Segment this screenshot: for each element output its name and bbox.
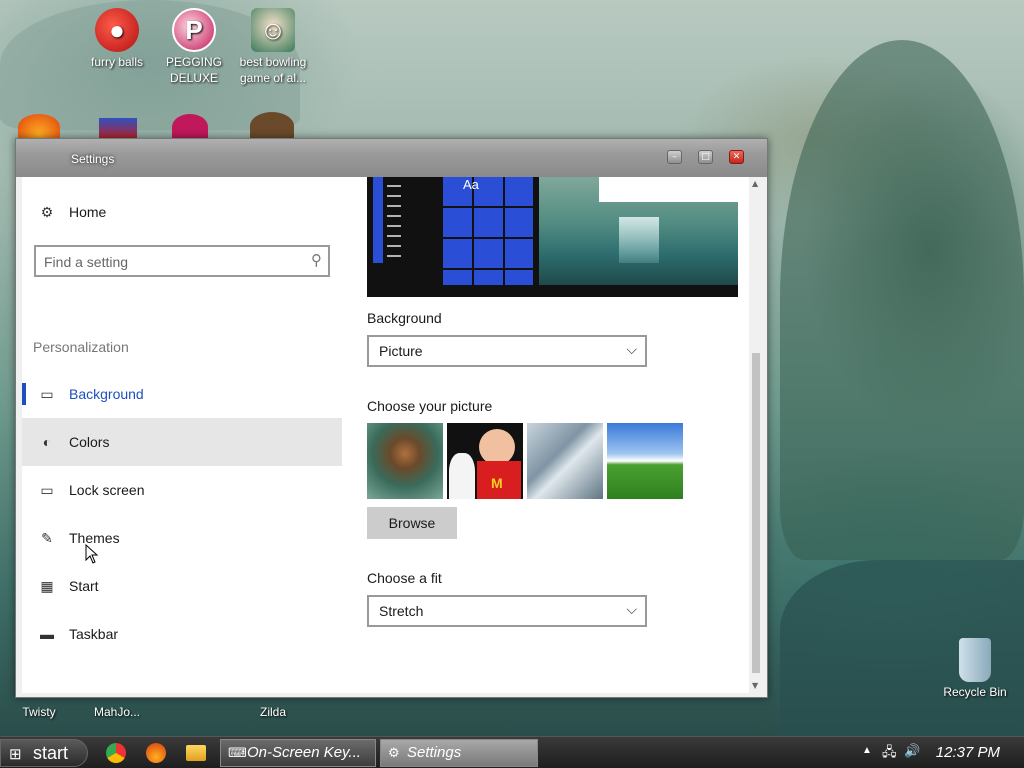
choose-picture-label: Choose your picture [367, 398, 493, 414]
desktop-icon-pegging-deluxe[interactable]: P PEGGING DELUXE [157, 8, 231, 86]
choose-fit-label: Choose a fit [367, 570, 442, 586]
gear-icon: ⚙ [388, 745, 400, 760]
chevron-down-icon: ⌵ [626, 341, 637, 357]
task-on-screen-keyboard[interactable]: ⌨ On-Screen Key... [220, 739, 376, 767]
gear-icon: ⚙ [40, 204, 54, 220]
keyboard-icon: ⌨ [228, 745, 247, 760]
chrome-icon[interactable] [106, 743, 126, 763]
desktop-icon-bowling-game[interactable]: ☺ best bowling game of al... [236, 8, 310, 86]
preview-wallpaper [539, 177, 738, 285]
background-dropdown-value: Picture [379, 343, 423, 359]
sidebar-item-taskbar[interactable]: ▬ Taskbar [22, 610, 342, 658]
show-hidden-icons-icon[interactable]: ▲ [862, 745, 872, 756]
desktop-icon-mahjong[interactable]: MahJo... [80, 704, 154, 720]
clock[interactable]: 12:37 PM [936, 744, 1000, 761]
volume-icon[interactable]: 🔊 [904, 743, 920, 759]
portrait-icon[interactable] [250, 112, 294, 140]
preview-waterfall [619, 217, 659, 263]
sidebar-item-colors[interactable]: ◐ Colors [22, 418, 342, 466]
browse-button[interactable]: Browse [367, 507, 457, 539]
pegging-deluxe-icon: P [172, 8, 216, 52]
picture-thumbnail-dragon[interactable] [367, 423, 443, 499]
lock-screen-icon: ▭ [40, 482, 54, 498]
sidebar-item-lock-screen[interactable]: ▭ Lock screen [22, 466, 342, 514]
desktop-icon-zilda[interactable]: Zilda [236, 704, 310, 720]
search-icon[interactable]: ⚲ [311, 251, 322, 269]
palette-icon: ◐ [42, 434, 52, 450]
sidebar-item-background[interactable]: ▭ Background [22, 370, 342, 418]
vertical-scrollbar[interactable]: ▲ ▼ [749, 177, 763, 693]
taskbar-icon: ▬ [40, 626, 54, 642]
wallpaper-mountain [780, 40, 1024, 560]
firefox-icon[interactable] [18, 114, 60, 140]
desktop-icon-recycle-bin[interactable]: Recycle Bin [938, 638, 1012, 700]
sidebar-home[interactable]: ⚙ Home [22, 188, 342, 236]
preview-start-tiles: Aa [443, 177, 533, 285]
preview-sample-text: Aa [463, 177, 479, 192]
task-settings[interactable]: ⚙ Settings [380, 739, 538, 767]
minimize-button[interactable]: – [667, 150, 682, 164]
scroll-up-icon[interactable]: ▲ [752, 179, 758, 188]
background-preview: Aa [367, 177, 738, 297]
recycle-bin-icon [959, 638, 991, 682]
sidebar: ⚙ Home ⚲ Personalization ▭ Background ◐ … [22, 177, 342, 693]
close-button[interactable]: ✕ [729, 150, 744, 164]
network-icon[interactable]: 🖧 [882, 743, 897, 765]
start-button[interactable]: ⊞ start [0, 739, 88, 767]
maximize-button[interactable]: □ [698, 150, 713, 164]
image-icon: ▭ [40, 386, 54, 402]
search-input[interactable] [44, 252, 304, 272]
window-title: Settings [71, 152, 115, 166]
picture-thumbnail-glass[interactable] [527, 423, 603, 499]
preview-window [599, 177, 738, 202]
sidebar-item-start[interactable]: ▦ Start [22, 562, 342, 610]
scrollbar-thumb[interactable] [752, 353, 760, 673]
start-menu-icon: ▦ [40, 578, 54, 594]
taskbar: ⊞ start ⌨ On-Screen Key... ⚙ Settings ▲ … [0, 736, 1024, 768]
firefox-icon[interactable] [146, 743, 166, 763]
bowling-game-icon: ☺ [251, 8, 295, 52]
furry-balls-icon: ● [95, 8, 139, 52]
background-dropdown[interactable]: Picture ⌵ [367, 335, 647, 367]
picture-thumbnail-bliss[interactable] [607, 423, 683, 499]
desktop-icon-furry-balls[interactable]: ● furry balls [80, 8, 154, 70]
settings-window: Settings – □ ✕ ⚙ Home ⚲ Personalization … [15, 138, 768, 698]
fit-dropdown-value: Stretch [379, 603, 424, 619]
file-explorer-icon[interactable] [186, 745, 206, 761]
picture-thumbnail-cartoon[interactable]: M [447, 423, 523, 499]
game-icon[interactable] [99, 118, 137, 140]
chevron-down-icon: ⌵ [626, 601, 637, 617]
sidebar-item-themes[interactable]: ✎ Themes [22, 514, 342, 562]
section-label: Personalization [33, 339, 129, 355]
pegging-icon[interactable] [172, 114, 208, 140]
preview-list-lines [387, 177, 401, 263]
settings-client: ⚙ Home ⚲ Personalization ▭ Background ◐ … [22, 177, 763, 693]
background-label: Background [367, 310, 442, 326]
themes-icon: ✎ [41, 530, 53, 546]
scroll-down-icon[interactable]: ▼ [752, 681, 758, 690]
desktop-icon-twisty[interactable]: Twisty [2, 704, 76, 720]
search-box[interactable]: ⚲ [34, 245, 330, 277]
title-bar[interactable]: Settings – □ ✕ [16, 139, 767, 177]
preview-start-list [373, 177, 383, 263]
fit-dropdown[interactable]: Stretch ⌵ [367, 595, 647, 627]
system-tray: ▲ 🖧 🔊 12:37 PM [854, 737, 1024, 768]
background-settings-pane: Aa Background Picture ⌵ Choose your pict… [342, 177, 748, 693]
mouse-cursor-icon [85, 544, 99, 564]
windows-flag-icon: ⊞ [9, 746, 22, 763]
